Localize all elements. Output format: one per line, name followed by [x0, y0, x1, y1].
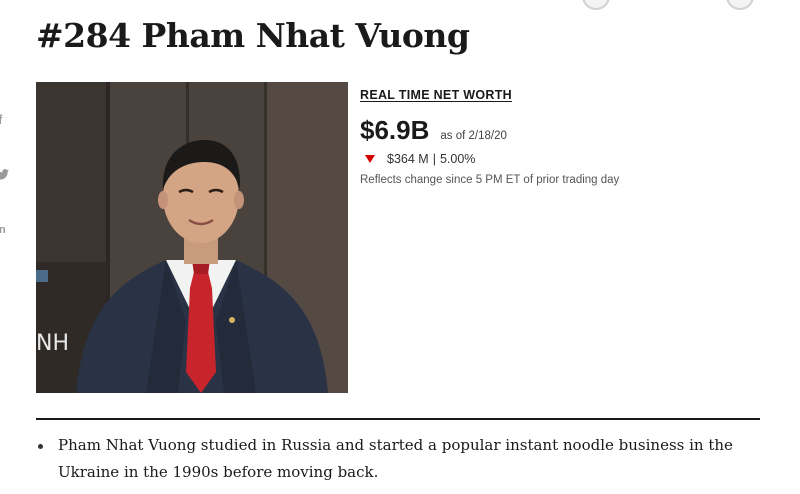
net-worth-row: $6.9B as of 2/18/20: [360, 115, 780, 146]
net-worth-change: $364 M | 5.00%: [360, 152, 780, 166]
net-worth-label[interactable]: REAL TIME NET WORTH: [360, 88, 512, 102]
bio-list: Pham Nhat Vuong studied in Russia and st…: [36, 432, 776, 486]
facebook-icon[interactable]: f: [0, 112, 2, 127]
top-control-button[interactable]: [726, 0, 754, 10]
bio-bullet: Pham Nhat Vuong studied in Russia and st…: [36, 432, 776, 486]
page-title: #284 Pham Nhat Vuong: [36, 16, 470, 55]
svg-text:NH: NH: [36, 331, 69, 356]
net-worth-date: as of 2/18/20: [440, 130, 507, 142]
net-worth-note: Reflects change since 5 PM ET of prior t…: [360, 174, 620, 186]
twitter-icon[interactable]: [0, 168, 9, 183]
profile-photo: NH: [36, 82, 348, 393]
change-amount: $364 M: [387, 152, 429, 166]
net-worth-panel: REAL TIME NET WORTH $6.9B as of 2/18/20 …: [360, 86, 780, 186]
down-arrow-icon: [365, 155, 375, 163]
linkedin-icon[interactable]: in: [0, 224, 6, 236]
change-separator: |: [432, 152, 436, 166]
profile-photo-image: NH: [36, 82, 348, 393]
top-control-button[interactable]: [582, 0, 610, 10]
net-worth-value: $6.9B: [360, 115, 430, 145]
section-divider: [36, 418, 760, 420]
profile-page: #284 Pham Nhat Vuong f in NH: [0, 0, 800, 494]
change-percent: 5.00%: [439, 152, 476, 166]
